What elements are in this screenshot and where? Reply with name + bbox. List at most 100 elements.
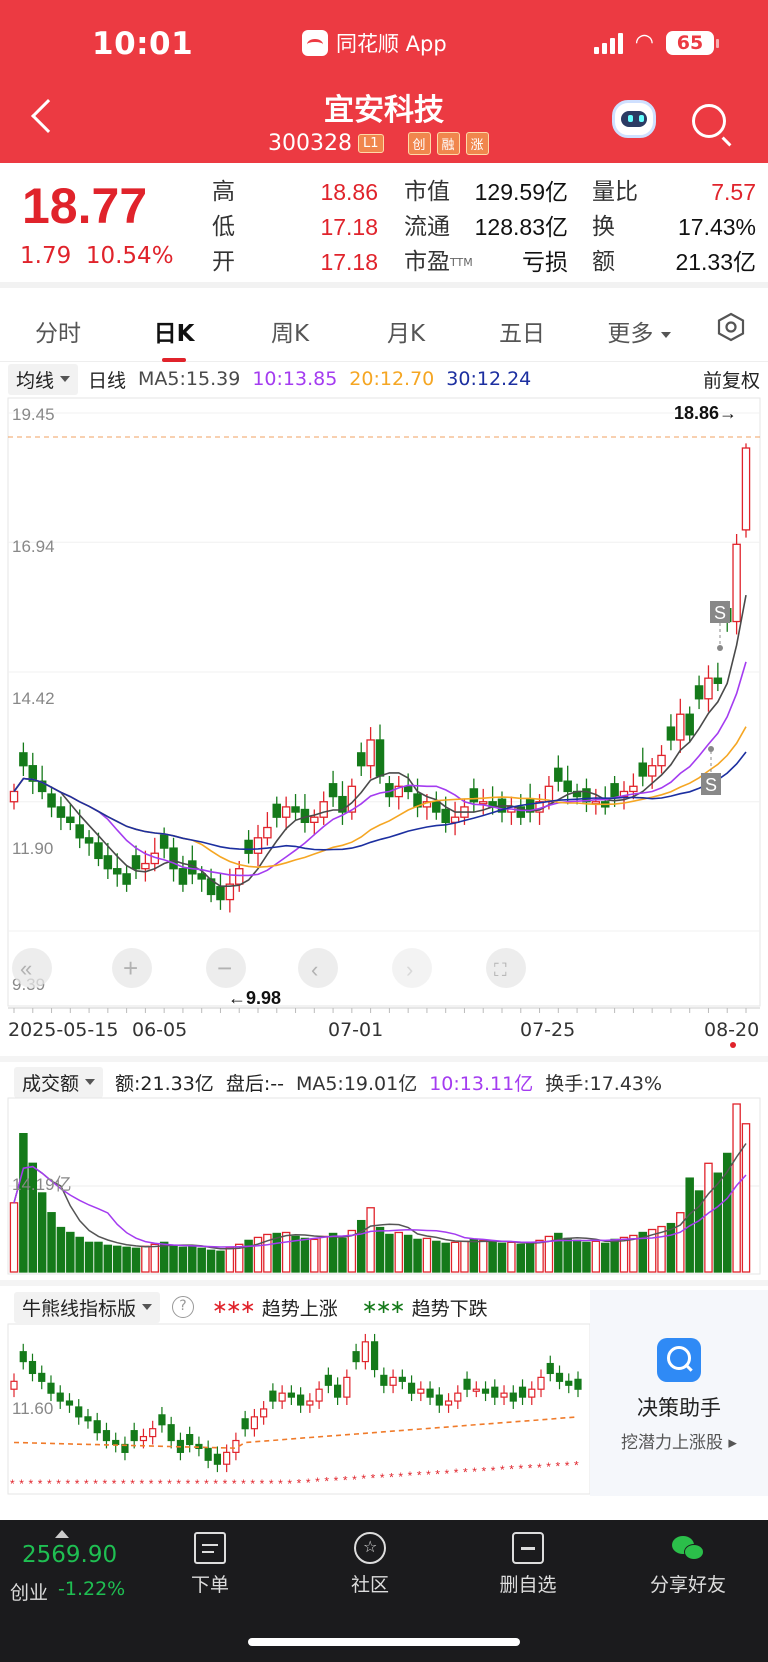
tab-monthly-k[interactable]: 月K — [378, 314, 434, 348]
volume-bar — [310, 1238, 319, 1273]
bull-bear-chart[interactable]: * * * * * * * * * * * * * * * * * * * * * * * * * * * * * * * * * * * * * * * *… — [0, 1322, 590, 1498]
candle-up — [310, 816, 319, 824]
trend-up-marker: * — [223, 1477, 228, 1491]
trend-up-marker: * — [389, 1470, 394, 1484]
down-legend: 趋势下跌 — [411, 1297, 488, 1320]
candle-down — [84, 837, 94, 844]
svg-text:S: S — [705, 775, 717, 795]
trend-up-marker: * — [28, 1477, 33, 1491]
volume-chart[interactable]: 14.19亿 — [0, 1096, 768, 1276]
candle-down — [441, 808, 450, 824]
battery-icon: 65 — [666, 30, 719, 55]
bb-candle-down — [565, 1380, 573, 1386]
volume-bar — [600, 1242, 610, 1273]
decision-title: 决策助手 — [637, 1396, 721, 1420]
bb-candle-down — [102, 1430, 111, 1442]
bb-candle-down — [352, 1351, 360, 1363]
trend-up-marker: * — [417, 1469, 422, 1483]
help-icon[interactable]: ? — [172, 1296, 195, 1318]
kline-chart[interactable]: 19.45 16.94 14.42 11.90 9.39 18.86→ ←9.9… — [0, 396, 768, 1016]
pe-value: 亏损 — [522, 249, 568, 275]
tab-five-day[interactable]: 五日 — [494, 314, 550, 348]
nav-share[interactable]: 分享好友 — [628, 1532, 748, 1597]
signal-icon — [593, 32, 623, 54]
search-icon[interactable] — [692, 104, 726, 138]
date-label: 2025-05-15 — [8, 1019, 119, 1041]
nav-remove-watchlist[interactable]: 删自选 — [468, 1532, 588, 1597]
bb-candle-up — [537, 1376, 545, 1390]
candle-down — [216, 886, 225, 901]
expand-up-icon[interactable] — [55, 1530, 69, 1538]
svg-text:‹: ‹ — [311, 957, 318, 982]
robot-assistant-icon[interactable] — [612, 100, 656, 138]
volume-turnover: 换手:17.43% — [545, 1072, 663, 1095]
tab-weekly-k[interactable]: 周K — [262, 314, 318, 348]
candle-up — [234, 868, 244, 885]
volume-ma10: 10:13.11亿 — [429, 1072, 534, 1095]
volume-bar — [582, 1241, 591, 1273]
trend-up-marker: * — [445, 1467, 450, 1481]
trend-up-marker: * — [519, 1462, 524, 1476]
volume-bar — [150, 1243, 160, 1273]
candle-down — [112, 868, 122, 875]
settings-hex-icon[interactable] — [716, 312, 746, 342]
volume-bar — [9, 1202, 19, 1273]
trend-up-marker: * — [167, 1477, 172, 1491]
ma20-label: 20:12.70 — [349, 368, 435, 390]
volume-bar — [450, 1241, 460, 1273]
tab-intraday[interactable]: 分时 — [30, 314, 86, 348]
ma-legend-bar: 均线 日线 MA5:15.39 10:13.85 20:12.70 30:12.… — [0, 363, 768, 395]
adjust-toggle[interactable]: 前复权 — [703, 366, 760, 393]
bb-candle-down — [574, 1378, 582, 1390]
volume-bar — [563, 1237, 572, 1273]
candle-down — [75, 824, 84, 839]
trend-up-marker: * — [260, 1477, 265, 1491]
bull-bear-select[interactable]: 牛熊线指标版 — [14, 1291, 161, 1323]
trend-up-marker: * — [75, 1477, 80, 1491]
candle-down — [610, 783, 619, 798]
trend-up-marker: * — [186, 1477, 191, 1491]
trend-up-marker: * — [149, 1477, 154, 1491]
volume-bar — [94, 1241, 103, 1273]
trend-up-marker: * — [241, 1477, 246, 1491]
volume-bar — [713, 1172, 723, 1273]
candle-up — [9, 790, 19, 803]
date-label: 07-01 — [328, 1019, 384, 1041]
trend-up-marker: * — [380, 1471, 385, 1485]
bb-candle-down — [186, 1434, 194, 1446]
index-change: -1.22% — [58, 1578, 126, 1600]
trend-up-marker: * — [491, 1464, 496, 1478]
candle-down — [122, 873, 131, 885]
index-value[interactable]: 2569.90 — [22, 1542, 117, 1568]
date-label: 06-05 — [132, 1019, 188, 1041]
volume-bar — [244, 1239, 253, 1273]
bb-candle-down — [38, 1372, 46, 1382]
bb-candle-up — [10, 1380, 18, 1390]
trend-up-marker: * — [139, 1477, 144, 1491]
chuang-tag: 创 — [407, 132, 431, 155]
candle-down — [328, 783, 338, 798]
amount-value: 21.33亿 — [675, 249, 756, 275]
bb-candle-down — [213, 1453, 222, 1465]
bb-candle-down — [509, 1392, 517, 1402]
candle-up — [676, 713, 685, 741]
tab-more[interactable]: 更多 — [604, 314, 674, 348]
min-price-marker: ←9.98 — [228, 988, 281, 1008]
nav-community[interactable]: ☆ 社区 — [310, 1532, 430, 1597]
decision-assistant-card[interactable]: 决策助手 挖潜力上涨股 ▸ — [590, 1290, 768, 1496]
candle-up — [263, 826, 272, 839]
trend-up-marker: * — [500, 1463, 505, 1477]
date-axis: 2025-05-15 06-05 07-01 07-25 08-20 — [0, 1015, 768, 1045]
nav-order[interactable]: 下单 — [150, 1532, 270, 1597]
volume-bar — [75, 1236, 84, 1273]
volume-bar — [356, 1219, 366, 1273]
trend-up-marker: * — [546, 1460, 551, 1474]
tab-daily-k[interactable]: 日K — [146, 314, 202, 362]
candle-down — [666, 726, 676, 741]
candle-up — [704, 677, 713, 700]
indicator-select[interactable]: 均线 — [8, 363, 79, 395]
open-value: 17.18 — [320, 249, 378, 275]
trend-up-marker: * — [250, 1477, 255, 1491]
candle-up — [366, 739, 375, 767]
volume-indicator-select[interactable]: 成交额 — [14, 1066, 104, 1098]
